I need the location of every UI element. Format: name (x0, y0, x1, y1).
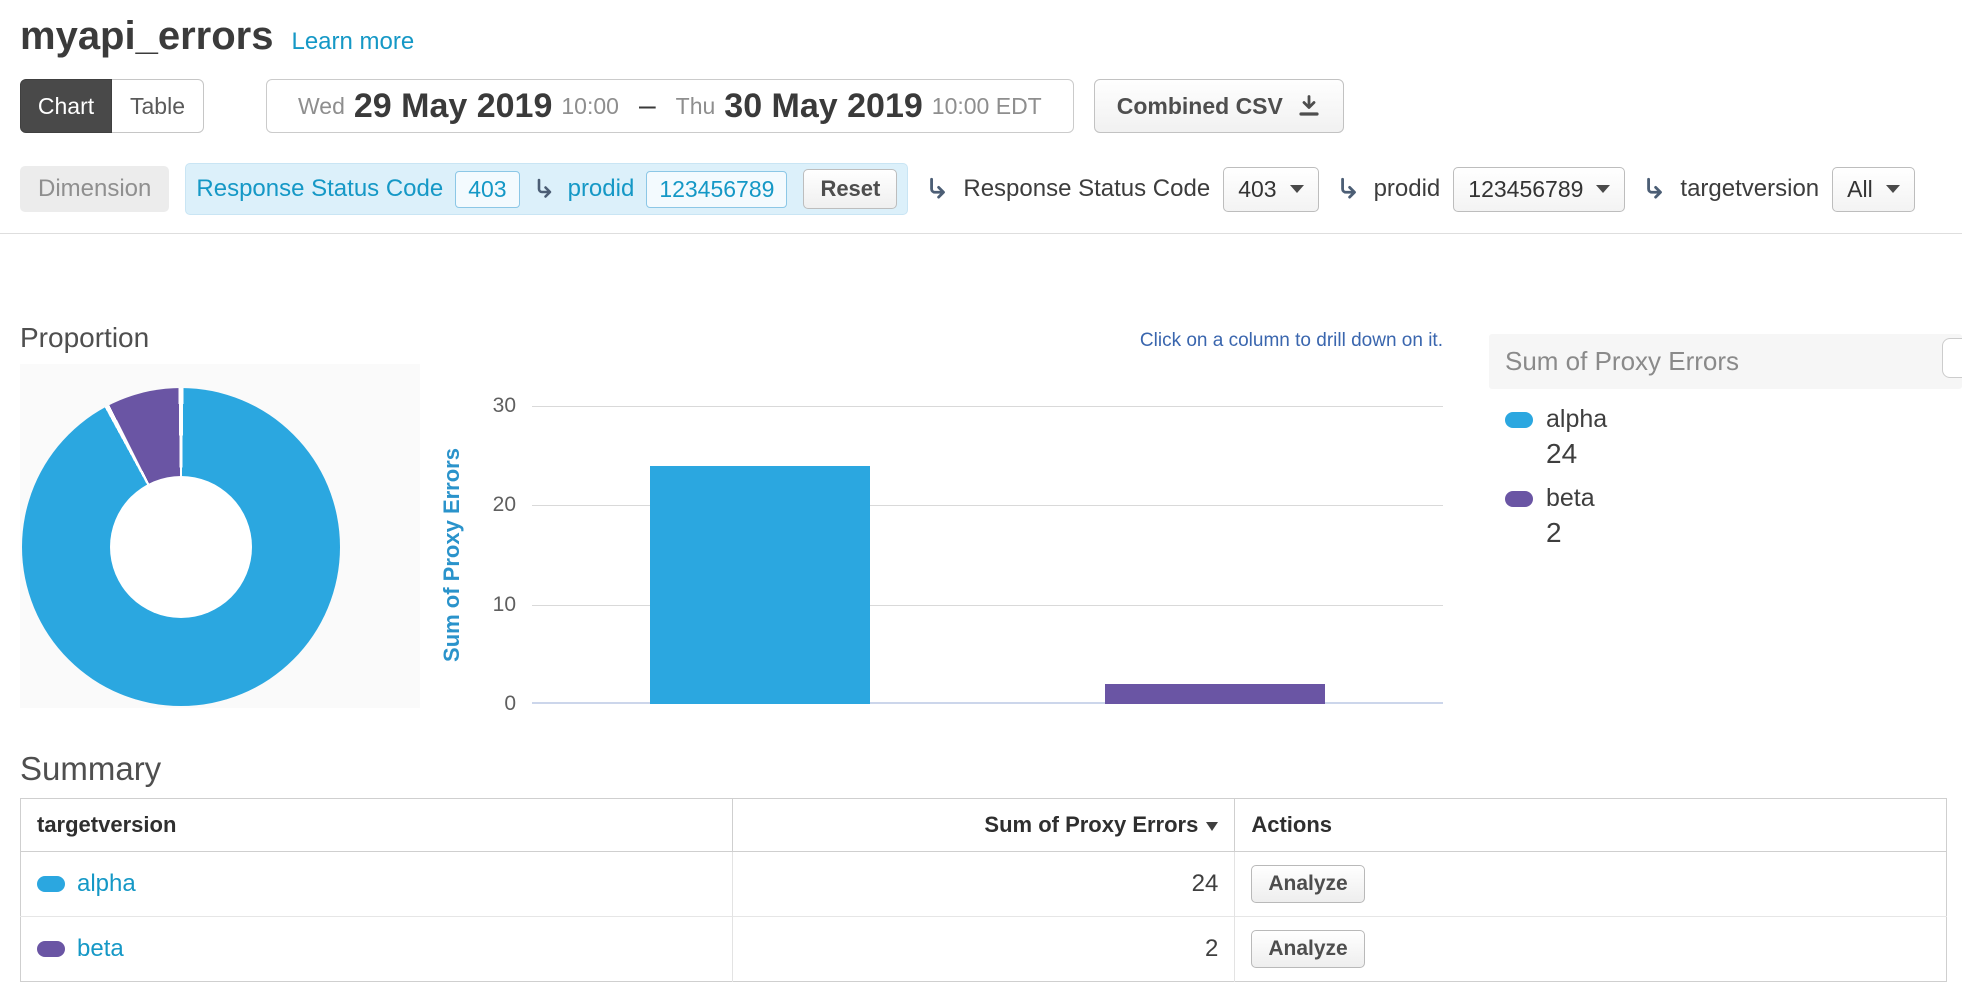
drilldown-arrow-icon (924, 176, 950, 202)
drilldown-arrow-icon (1641, 176, 1667, 202)
report-header: myapi_errors Learn more (0, 0, 1962, 59)
chevron-down-icon (1290, 185, 1304, 193)
reset-button[interactable]: Reset (803, 169, 897, 209)
toolbar: Chart Table Wed 29 May 2019 10:00 – Thu … (20, 79, 1962, 133)
drilldown-group-prodid: prodid 123456789 (1335, 167, 1626, 212)
legend-label: beta (1546, 484, 1595, 513)
column-header-actions: Actions (1235, 799, 1947, 852)
date-end-date: 30 May 2019 (724, 87, 923, 126)
sort-desc-icon (1206, 822, 1218, 831)
chart-legend: Sum of Proxy Errors alpha 24 beta 2 (1489, 334, 1962, 563)
date-start-day: Wed (298, 93, 345, 120)
date-start-time: 10:00 (561, 93, 619, 120)
legend-item-beta[interactable]: beta 2 (1505, 484, 1962, 549)
drilldown-arrow-icon (1335, 176, 1361, 202)
legend-value: 24 (1546, 438, 1962, 470)
tab-table[interactable]: Table (112, 79, 204, 133)
drilldown-group-targetversion: targetversion All (1641, 167, 1914, 212)
column-header-sum[interactable]: Sum of Proxy Errors (732, 799, 1235, 852)
legend-swatch (1505, 491, 1533, 507)
analyze-button[interactable]: Analyze (1251, 865, 1364, 903)
table-row: beta 2 Analyze (21, 917, 1947, 982)
chevron-down-icon (1886, 185, 1900, 193)
summary-table-body: alpha 24 Analyze beta 2 Analyze (21, 852, 1947, 982)
filter-row: Dimension Response Status Code 403 prodi… (20, 163, 1962, 215)
view-toggle: Chart Table (20, 79, 204, 133)
dimension-value-link[interactable]: beta (77, 935, 124, 962)
y-axis-title: Sum of Proxy Errors (439, 448, 465, 662)
learn-more-link[interactable]: Learn more (291, 28, 414, 56)
drilldown-arrow-icon (532, 177, 556, 201)
breadcrumb-filter-value[interactable]: 123456789 (646, 171, 787, 208)
chevron-down-icon (1596, 185, 1610, 193)
analyze-button[interactable]: Analyze (1251, 930, 1364, 968)
date-end-day: Thu (676, 93, 716, 120)
date-range-picker[interactable]: Wed 29 May 2019 10:00 – Thu 30 May 2019 … (266, 79, 1074, 133)
metric-value-cell: 2 (732, 917, 1235, 982)
dropdown-value: 123456789 (1468, 176, 1583, 203)
series-swatch (37, 941, 65, 957)
y-axis-tick-label: 30 (474, 394, 516, 418)
status-code-dropdown[interactable]: 403 (1223, 167, 1318, 212)
date-separator: – (639, 89, 656, 123)
date-start-date: 29 May 2019 (354, 87, 553, 126)
bar-plot: 0102030 (532, 406, 1443, 704)
targetversion-dropdown[interactable]: All (1832, 167, 1915, 212)
metric-value-cell: 24 (732, 852, 1235, 917)
legend-swatch (1505, 412, 1533, 428)
bar-column-beta[interactable] (1105, 684, 1325, 704)
breadcrumb-filter-label: Response Status Code (196, 175, 443, 203)
dropdown-value: All (1847, 176, 1873, 203)
donut-hole (110, 476, 252, 618)
download-icon (1297, 94, 1321, 118)
tab-chart[interactable]: Chart (20, 79, 112, 133)
column-header-label: Sum of Proxy Errors (984, 812, 1198, 837)
drilldown-label: prodid (1374, 175, 1441, 203)
gridline (532, 406, 1443, 407)
legend-label: alpha (1546, 405, 1607, 434)
summary-table: targetversion Sum of Proxy Errors Action… (20, 798, 1947, 982)
name-cell: alpha (21, 852, 733, 917)
actions-cell: Analyze (1235, 852, 1947, 917)
page-title: myapi_errors (20, 14, 273, 59)
breadcrumb-filter-label: prodid (568, 175, 635, 203)
combined-csv-button[interactable]: Combined CSV (1094, 79, 1344, 133)
y-axis-tick-label: 0 (474, 692, 516, 716)
y-axis-tick-label: 20 (474, 493, 516, 517)
legend-value: 2 (1546, 517, 1962, 549)
summary-title: Summary (20, 750, 1962, 788)
table-header-row: targetversion Sum of Proxy Errors Action… (21, 799, 1947, 852)
prodid-dropdown[interactable]: 123456789 (1453, 167, 1625, 212)
drilldown-group-status-code: Response Status Code 403 (924, 167, 1318, 212)
y-axis-tick-label: 10 (474, 593, 516, 617)
legend-item-alpha[interactable]: alpha 24 (1505, 405, 1962, 470)
dimension-label: Dimension (20, 166, 169, 212)
legend-title: Sum of Proxy Errors (1489, 334, 1962, 389)
actions-cell: Analyze (1235, 917, 1947, 982)
column-header-targetversion[interactable]: targetversion (21, 799, 733, 852)
dimension-value-link[interactable]: alpha (77, 870, 136, 897)
combined-csv-label: Combined CSV (1117, 93, 1283, 120)
drilldown-hint: Click on a column to drill down on it. (532, 330, 1443, 352)
drilldown-label: targetversion (1680, 175, 1819, 203)
dropdown-value: 403 (1238, 176, 1276, 203)
series-swatch (37, 876, 65, 892)
legend-items: alpha 24 beta 2 (1489, 389, 1962, 549)
date-end-time: 10:00 EDT (932, 93, 1042, 120)
filter-breadcrumb: Response Status Code 403 prodid 12345678… (185, 163, 908, 215)
donut-chart[interactable] (22, 388, 340, 706)
proportion-title: Proportion (20, 322, 149, 354)
table-row: alpha 24 Analyze (21, 852, 1947, 917)
name-cell: beta (21, 917, 733, 982)
edge-panel-button[interactable] (1942, 338, 1962, 378)
charts-section: Proportion Click on a column to drill do… (0, 234, 1962, 750)
drilldown-label: Response Status Code (963, 175, 1210, 203)
bar-column-alpha[interactable] (650, 466, 870, 704)
breadcrumb-filter-value[interactable]: 403 (455, 171, 519, 208)
